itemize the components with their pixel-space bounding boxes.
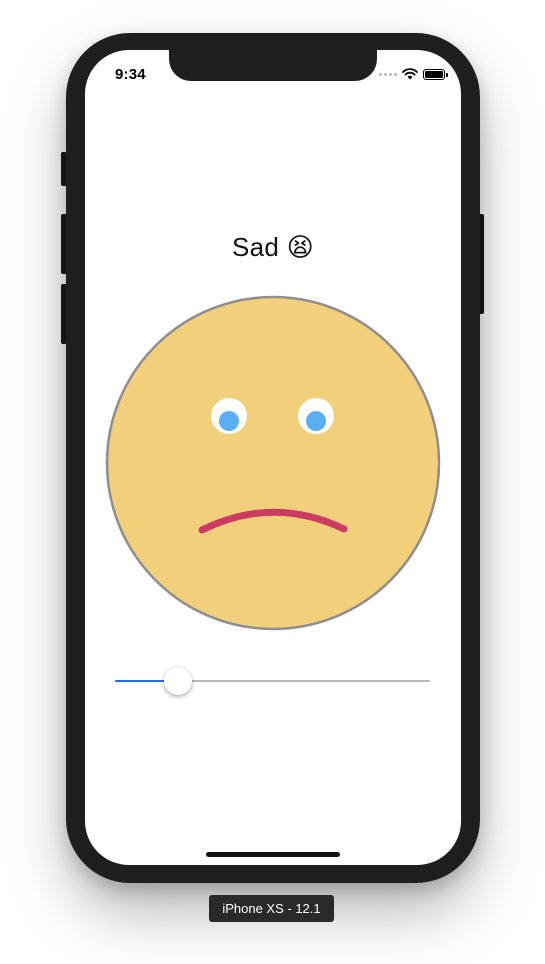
status-time: 9:34 bbox=[115, 66, 146, 83]
app-screen: 9:34 Sad 😫 bbox=[85, 50, 461, 865]
mood-label: Sad bbox=[231, 232, 280, 262]
wifi-icon bbox=[402, 68, 418, 80]
device-label: iPhone XS - 12.1 bbox=[209, 895, 334, 922]
slider-thumb[interactable] bbox=[164, 667, 192, 695]
right-eye-pupil bbox=[306, 411, 326, 431]
mood-slider[interactable] bbox=[115, 666, 430, 696]
notch bbox=[169, 50, 377, 81]
battery-icon bbox=[423, 68, 448, 80]
mood-title: Sad 😫 bbox=[85, 232, 461, 263]
face-view bbox=[105, 295, 441, 636]
left-eye-pupil bbox=[219, 411, 239, 431]
face-circle bbox=[105, 295, 441, 631]
cellular-signal-icon bbox=[379, 72, 397, 76]
face-drawing bbox=[105, 295, 441, 631]
status-indicators bbox=[379, 68, 448, 80]
home-indicator[interactable] bbox=[206, 852, 340, 857]
mood-emoji: 😫 bbox=[286, 232, 315, 262]
